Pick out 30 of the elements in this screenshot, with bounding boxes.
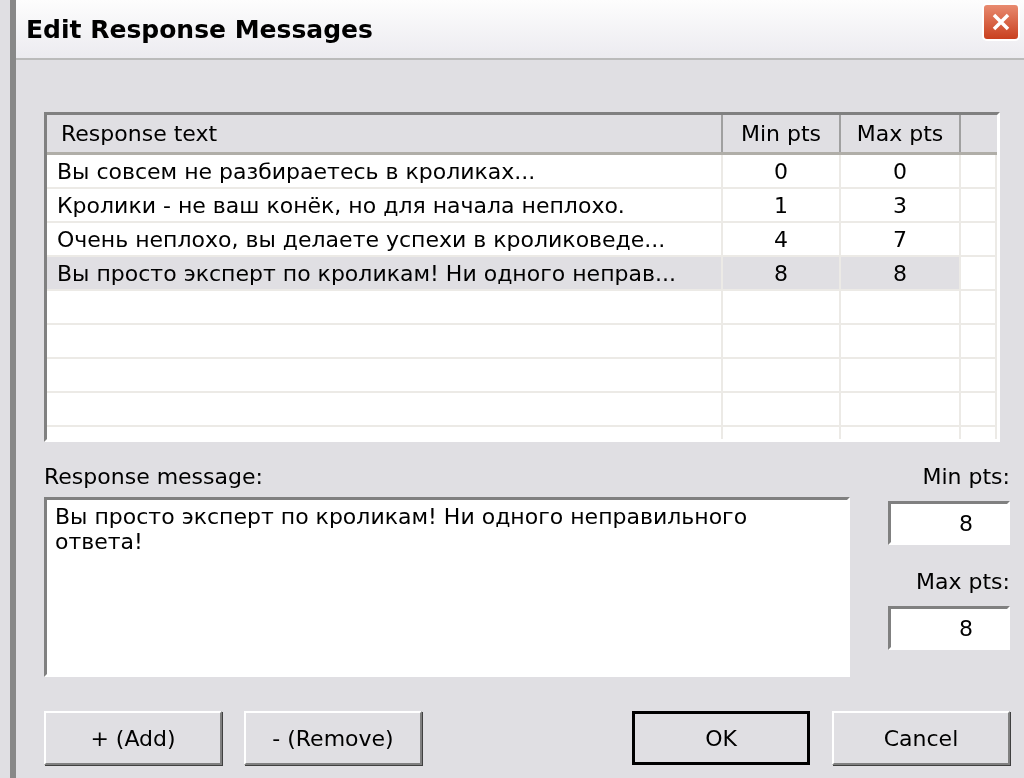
column-header[interactable]: Min pts xyxy=(723,115,841,152)
close-button[interactable] xyxy=(982,3,1020,41)
table-cell: 4 xyxy=(774,226,788,252)
table-cell: 0 xyxy=(774,158,788,184)
close-icon xyxy=(990,11,1012,33)
column-header[interactable]: Max pts xyxy=(841,115,961,152)
table-cell: 3 xyxy=(893,192,907,218)
dialog-button[interactable]: - (Remove) xyxy=(244,711,422,765)
dialog-button[interactable]: Cancel xyxy=(832,711,1010,765)
table-cell: 8 xyxy=(774,260,788,286)
dialog-button[interactable]: + (Add) xyxy=(44,711,222,765)
table-cell: Вы просто эксперт по кроликам! Ни одного неправ... xyxy=(57,260,676,286)
field-label: Response message: xyxy=(44,464,264,489)
max-pts-field[interactable]: 8 xyxy=(888,606,1010,650)
table-cell: Вы совсем не разбираетесь в кроликах... xyxy=(57,158,536,184)
min-pts-field[interactable]: 8 xyxy=(888,501,1010,545)
dialog-button[interactable]: OK xyxy=(632,711,810,765)
window-title: Edit Response Messages xyxy=(26,14,373,44)
table-cell: Очень неплохо, вы делаете успехи в кроликоведе... xyxy=(57,226,666,252)
table-cell: 8 xyxy=(893,260,907,286)
table-cell: 7 xyxy=(893,226,907,252)
field-label: Min pts: xyxy=(922,464,1010,489)
table-row[interactable]: Вы совсем не разбираетесь в кроликах... 0 0 xyxy=(47,155,997,189)
message-field[interactable]: Вы просто эксперт по кроликам! Ни одного неправильного ответа! xyxy=(44,497,850,677)
table-cell: 0 xyxy=(893,158,907,184)
table-cell: Кролики - не ваш конёк, но для начала неплохо. xyxy=(57,192,625,218)
table-row[interactable]: Кролики - не ваш конёк, но для начала неплохо. 1 3 xyxy=(47,189,997,223)
table-cell: 1 xyxy=(774,192,788,218)
field-label: Max pts: xyxy=(916,569,1010,594)
column-header[interactable]: Response text xyxy=(47,115,723,152)
